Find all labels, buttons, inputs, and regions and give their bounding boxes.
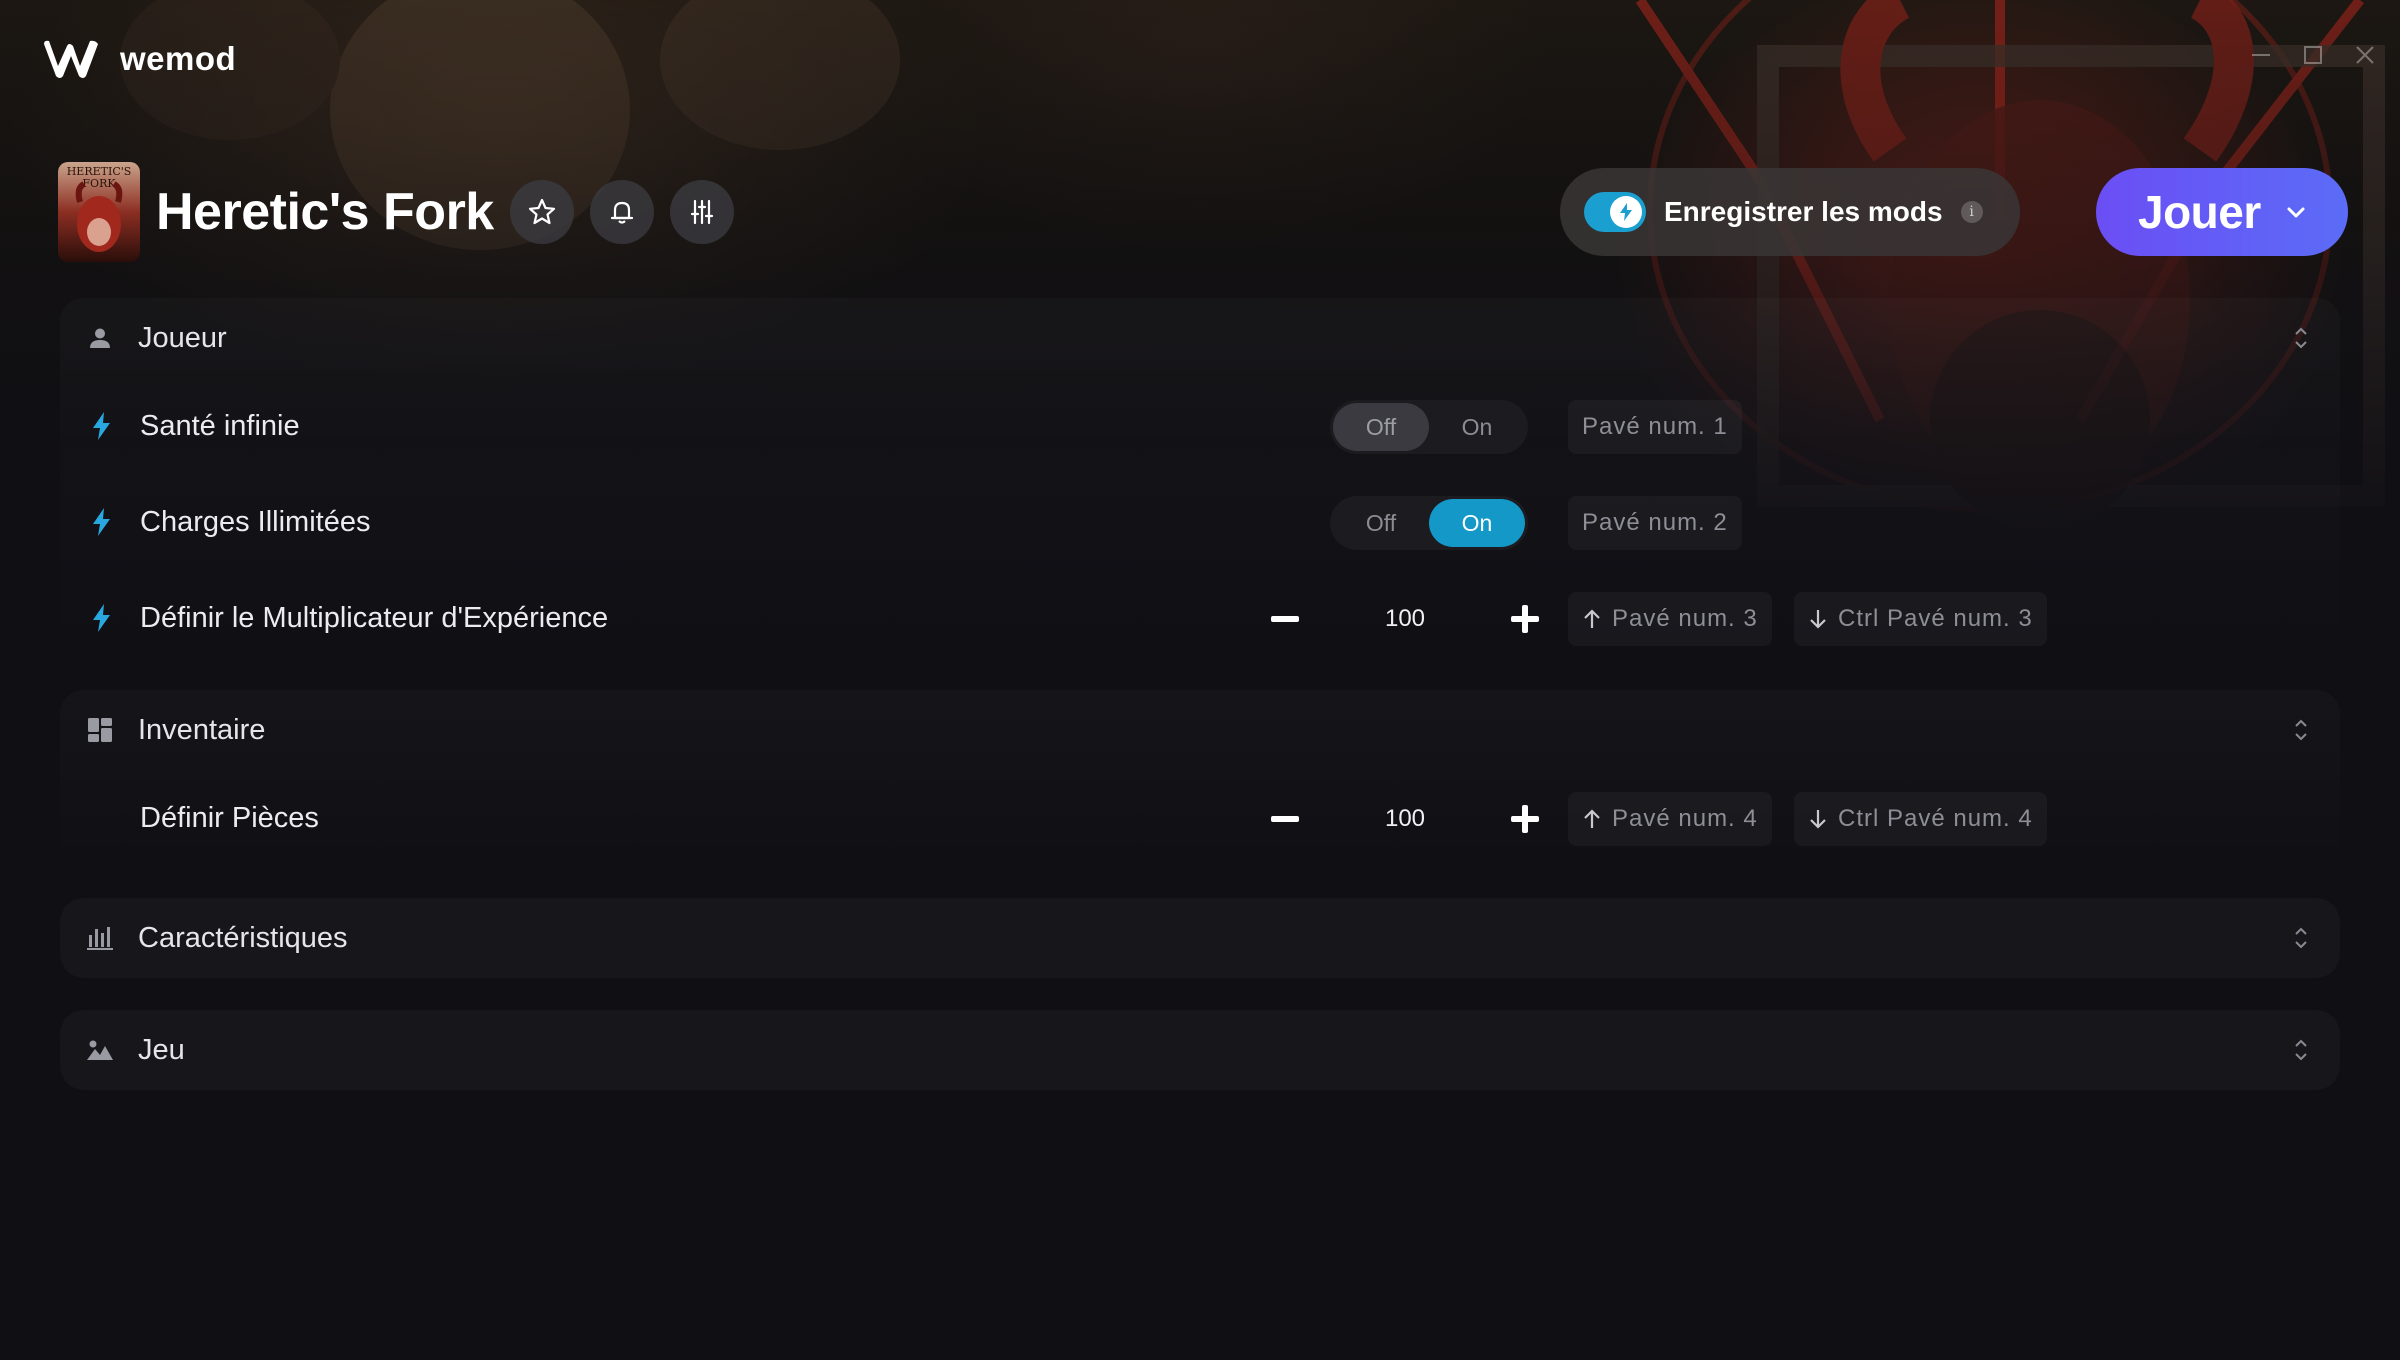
section-title: Jeu — [138, 1033, 185, 1066]
user-icon — [86, 324, 114, 352]
increment-button[interactable] — [1495, 792, 1555, 846]
landscape-icon — [86, 1036, 114, 1064]
bar-chart-icon — [86, 924, 114, 952]
wemod-logo-icon — [44, 40, 98, 78]
minus-icon — [1271, 816, 1299, 822]
hotkey-label: Pavé num. 3 — [1612, 605, 1758, 632]
decrement-button[interactable] — [1255, 792, 1315, 846]
value-stepper: 100 — [1255, 592, 1555, 646]
section-title: Caractéristiques — [138, 921, 348, 954]
play-button[interactable]: Jouer — [2096, 168, 2348, 256]
window-controls — [2250, 44, 2376, 66]
arrow-down-icon — [1810, 610, 1826, 629]
section-joueur: Joueur Santé infinie Off On Pavé num. 1 … — [60, 298, 2340, 666]
section-caracteristiques[interactable]: Caractéristiques — [60, 898, 2340, 978]
chevron-down-icon[interactable] — [2285, 201, 2307, 223]
title-bar: wemod — [0, 0, 2400, 120]
hotkey-badge-increase[interactable]: Pavé num. 3 — [1568, 592, 1772, 646]
mod-label: Définir Pièces — [140, 801, 319, 834]
section-header[interactable]: Caractéristiques — [60, 898, 2340, 978]
increment-button[interactable] — [1495, 592, 1555, 646]
hotkey-badge[interactable]: Pavé num. 1 — [1568, 400, 1742, 454]
toggle-on-option[interactable]: On — [1429, 403, 1525, 451]
toggle-off-option[interactable]: Off — [1333, 403, 1429, 451]
save-mods-toggle[interactable] — [1584, 192, 1646, 232]
expand-chevron-icon[interactable] — [2292, 1036, 2310, 1064]
toggle-on-option[interactable]: On — [1429, 499, 1525, 547]
mod-label: Charges Illimitées — [140, 505, 371, 538]
section-header[interactable]: Joueur — [60, 298, 2340, 378]
info-icon[interactable]: i — [1960, 201, 1983, 223]
hotkey-label: Pavé num. 2 — [1582, 509, 1728, 536]
mods-list: Joueur Santé infinie Off On Pavé num. 1 … — [60, 298, 2340, 1090]
section-title: Inventaire — [138, 713, 266, 746]
collapse-chevron-icon[interactable] — [2292, 324, 2310, 352]
hotkey-badge[interactable]: Pavé num. 2 — [1568, 496, 1742, 550]
plus-icon — [1511, 805, 1539, 833]
minimize-icon[interactable] — [2250, 44, 2272, 66]
star-icon — [528, 198, 555, 225]
mod-row-sante-infinie: Santé infinie Off On Pavé num. 1 — [60, 378, 2340, 474]
mod-label: Santé infinie — [140, 409, 300, 442]
maximize-icon[interactable] — [2302, 44, 2324, 66]
sliders-icon — [690, 199, 713, 225]
favorite-button[interactable] — [509, 180, 574, 244]
mod-row-multiplicateur-experience: Définir le Multiplicateur d'Expérience 1… — [60, 570, 2340, 666]
game-title: Heretic's Fork — [156, 183, 494, 241]
wemod-logo[interactable]: wemod — [40, 38, 236, 80]
section-title: Joueur — [138, 321, 227, 354]
stepper-value[interactable]: 100 — [1315, 605, 1495, 633]
lightning-icon — [93, 604, 110, 632]
mod-row-definir-pieces: Définir Pièces 100 Pavé num. 4 Ctrl Pavé… — [60, 770, 2340, 866]
section-header[interactable]: Inventaire — [60, 690, 2340, 770]
section-header[interactable]: Jeu — [60, 1010, 2340, 1090]
value-stepper: 100 — [1255, 792, 1555, 846]
arrow-up-icon — [1584, 609, 1600, 628]
mod-row-charges-illimitees: Charges Illimitées Off On Pavé num. 2 — [60, 474, 2340, 570]
stepper-value[interactable]: 100 — [1315, 805, 1495, 833]
close-icon[interactable] — [2354, 44, 2376, 66]
mod-toggle[interactable]: Off On — [1330, 400, 1528, 454]
game-thumbnail: HERETIC'S FORK — [58, 162, 140, 262]
section-inventaire: Inventaire Définir Pièces 100 Pavé num. … — [60, 690, 2340, 866]
save-mods-control[interactable]: Enregistrer les mods i — [1560, 168, 2020, 256]
expand-chevron-icon[interactable] — [2292, 924, 2310, 952]
toggle-off-option[interactable]: Off — [1333, 499, 1429, 547]
hotkey-badge-decrease[interactable]: Ctrl Pavé num. 4 — [1794, 792, 2047, 846]
hotkey-label: Pavé num. 1 — [1582, 413, 1728, 440]
hotkey-label: Pavé num. 4 — [1612, 805, 1758, 832]
arrow-down-icon — [1810, 810, 1826, 829]
collapse-chevron-icon[interactable] — [2292, 716, 2310, 744]
mod-settings-button[interactable] — [669, 180, 734, 244]
plus-icon — [1511, 605, 1539, 633]
minus-icon — [1271, 616, 1299, 622]
lightning-icon — [93, 412, 110, 440]
mod-label: Définir le Multiplicateur d'Expérience — [140, 601, 609, 634]
hotkey-label: Ctrl Pavé num. 4 — [1838, 805, 2033, 832]
hotkey-label: Ctrl Pavé num. 3 — [1838, 605, 2033, 632]
hotkey-badge-increase[interactable]: Pavé num. 4 — [1568, 792, 1772, 846]
play-button-label: Jouer — [2138, 186, 2261, 238]
notifications-button[interactable] — [589, 180, 654, 244]
grid-icon — [86, 716, 114, 744]
lightning-icon — [1620, 203, 1632, 221]
game-header: HERETIC'S FORK Heretic's Fork Enregistre… — [58, 160, 2348, 264]
save-mods-label: Enregistrer les mods — [1664, 196, 1943, 227]
decrement-button[interactable] — [1255, 592, 1315, 646]
hotkey-badge-decrease[interactable]: Ctrl Pavé num. 3 — [1794, 592, 2047, 646]
bell-icon — [610, 201, 633, 224]
save-mods-toggle-knob — [1610, 196, 1642, 228]
brand-name: wemod — [120, 40, 237, 77]
section-jeu[interactable]: Jeu — [60, 1010, 2340, 1090]
thumbnail-art — [75, 181, 123, 252]
mod-toggle[interactable]: Off On — [1330, 496, 1528, 550]
lightning-icon — [93, 508, 110, 536]
arrow-up-icon — [1584, 809, 1600, 828]
